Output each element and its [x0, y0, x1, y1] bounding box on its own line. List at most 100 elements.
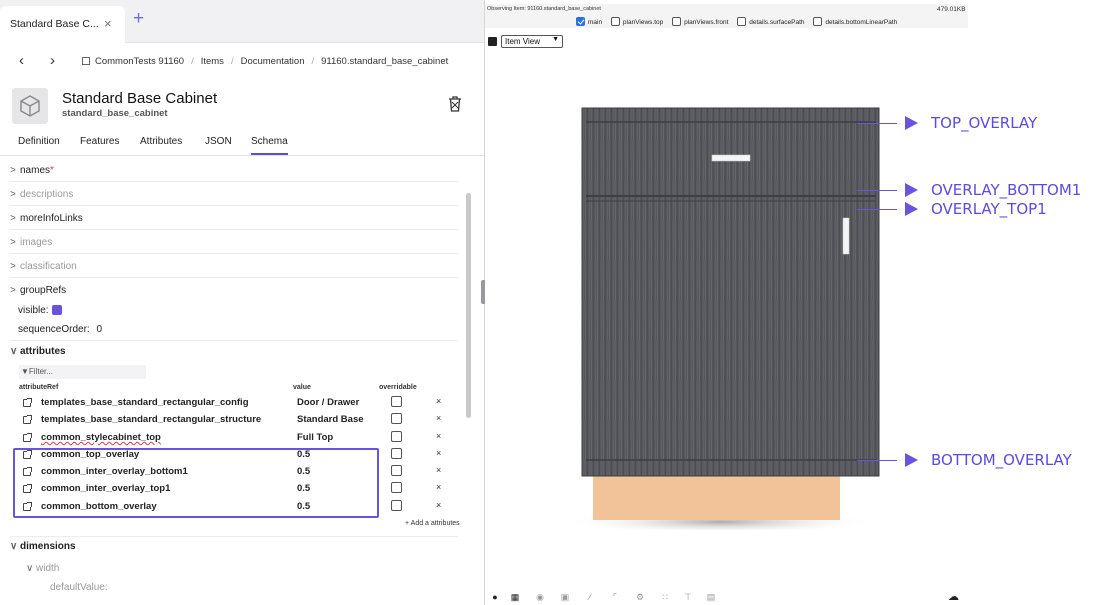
tree-label-grouprefs: groupRefs — [20, 285, 67, 296]
crop-icon[interactable]: ⌜ — [610, 592, 620, 602]
breadcrumb-separator: / — [191, 56, 194, 67]
divider — [10, 340, 458, 341]
checkbox[interactable] — [672, 17, 682, 26]
tree-node-images[interactable]: > images — [10, 237, 52, 248]
forward-button[interactable]: › — [50, 52, 55, 69]
overridable-checkbox[interactable] — [391, 500, 402, 511]
view-option-main[interactable]: main — [576, 17, 602, 26]
remove-attribute-icon[interactable]: × — [436, 500, 441, 510]
tree-node-descriptions[interactable]: > descriptions — [10, 189, 73, 200]
overridable-checkbox[interactable] — [391, 465, 402, 476]
remove-attribute-icon[interactable]: × — [436, 431, 441, 441]
new-tab-button[interactable]: + — [133, 8, 144, 30]
compass-icon[interactable]: ◉ — [535, 592, 545, 602]
view-option-bottom-linear-path[interactable]: details.bottomLinearPath — [813, 17, 897, 26]
cabinet-render[interactable] — [560, 100, 890, 530]
breadcrumb-documentation[interactable]: Documentation — [241, 56, 305, 67]
visible-checkbox[interactable] — [51, 305, 62, 315]
checkbox[interactable] — [737, 17, 747, 26]
dots-grid-icon[interactable]: ∷ — [660, 592, 670, 602]
tree-node-grouprefs[interactable]: > groupRefs — [10, 285, 66, 296]
chevron-down-icon: ∨ — [10, 541, 18, 552]
attribute-value[interactable]: Door / Drawer — [297, 397, 359, 408]
table-row: templates_base_standard_rectangular_stru… — [0, 413, 470, 430]
annotation-overlay-bottom1: OVERLAY_BOTTOM1 — [931, 181, 1082, 199]
breadcrumb: CommonTests 91160 / Items / Documentation / 91… — [82, 56, 448, 67]
view-option-label: planViews.top — [622, 19, 664, 26]
tree-node-moreinfolinks[interactable]: > moreInfoLinks — [10, 213, 83, 224]
settings-icon[interactable]: ⚙ — [635, 592, 645, 602]
page-title: Standard Base Cabinet — [62, 90, 218, 107]
cloud-download-icon[interactable]: ☁ — [948, 592, 959, 603]
close-tab-icon[interactable]: × — [104, 16, 112, 31]
checkbox[interactable] — [813, 17, 823, 26]
cube-icon[interactable]: ▣ — [560, 592, 570, 602]
tree-node-classification[interactable]: > classification — [10, 261, 77, 272]
tab-features[interactable]: Features — [80, 136, 119, 147]
door-handle — [842, 217, 850, 255]
breadcrumb-library[interactable]: CommonTests 91160 — [95, 56, 184, 67]
breadcrumb-separator: / — [230, 56, 234, 67]
table-row: templates_base_standard_rectangular_conf… — [0, 396, 470, 413]
view-option-surface-path[interactable]: details.surfacePath — [737, 17, 805, 26]
overridable-checkbox[interactable] — [391, 482, 402, 493]
sequence-order-value[interactable]: 0 — [97, 324, 103, 335]
remove-attribute-icon[interactable]: × — [436, 465, 441, 475]
remove-attribute-icon[interactable]: × — [436, 448, 441, 458]
palette-icon[interactable]: ● — [490, 592, 500, 602]
table-row: common_stylecabinet_top Full Top × — [0, 431, 470, 448]
view-option-planviews-top[interactable]: planViews.top — [610, 17, 664, 26]
tab-schema[interactable]: Schema — [251, 136, 288, 155]
browser-tab[interactable]: Standard Base C... × — [0, 6, 125, 43]
tab-attributes[interactable]: Attributes — [140, 136, 182, 147]
tree-node-names[interactable]: > names* — [10, 165, 54, 176]
tree-label-moreinfolinks: moreInfoLinks — [20, 213, 83, 224]
attribute-value[interactable]: Full Top — [297, 432, 333, 443]
tree-node-attributes[interactable]: ∨ attributes — [10, 346, 66, 357]
remove-attribute-icon[interactable]: × — [436, 396, 441, 406]
overridable-checkbox[interactable] — [391, 448, 402, 459]
view-mode-select[interactable]: Item View ▼ — [501, 35, 563, 48]
gallery-icon[interactable]: ▤ — [706, 592, 716, 602]
cabinet-body — [582, 108, 879, 476]
vertical-scrollbar[interactable] — [466, 193, 471, 418]
overridable-checkbox[interactable] — [391, 413, 402, 424]
chevron-right-icon: > — [10, 237, 16, 248]
open-link-icon[interactable] — [23, 415, 32, 424]
divider — [10, 277, 458, 278]
view-option-label: details.surfacePath — [749, 19, 805, 26]
overridable-checkbox[interactable] — [391, 431, 402, 442]
add-attribute-button[interactable]: + Add a attributes — [405, 520, 460, 527]
chevron-right-icon: > — [10, 261, 16, 272]
hierarchy-icon[interactable]: ⊤ — [683, 592, 693, 602]
tab-definition[interactable]: Definition — [18, 136, 60, 147]
open-link-icon[interactable] — [23, 398, 32, 407]
annotation-line — [857, 123, 897, 124]
tree-node-width[interactable]: ∨ width — [26, 563, 59, 574]
grid-icon[interactable]: ▦ — [510, 592, 520, 602]
tab-json[interactable]: JSON — [205, 136, 232, 147]
annotation-line — [857, 190, 897, 191]
arrow-right-icon — [905, 183, 918, 197]
sequence-order-label: sequenceOrder: — [18, 324, 90, 335]
back-button[interactable]: ‹ — [19, 52, 24, 69]
breadcrumb-items[interactable]: Items — [201, 56, 224, 67]
delete-item-button[interactable] — [448, 96, 462, 117]
view-option-planviews-front[interactable]: planViews.front — [672, 17, 728, 26]
checkbox-checked[interactable] — [576, 17, 585, 26]
remove-attribute-icon[interactable]: × — [436, 482, 441, 492]
brush-icon[interactable]: ∕ — [585, 592, 595, 602]
tree-node-dimensions[interactable]: ∨ dimensions — [10, 541, 76, 552]
overridable-checkbox[interactable] — [391, 396, 402, 407]
breadcrumb-current-item[interactable]: 91160.standard_base_cabinet — [321, 56, 448, 67]
tree-label-width: width — [36, 563, 60, 574]
attribute-value[interactable]: Standard Base — [297, 414, 364, 425]
checkbox[interactable] — [610, 17, 620, 26]
chevron-down-icon: ∨ — [26, 563, 34, 574]
open-link-icon[interactable] — [23, 433, 32, 442]
visible-field: visible: — [18, 305, 62, 316]
attribute-filter-input[interactable]: ▼Filter... — [19, 365, 146, 379]
chevron-down-icon: ▼ — [552, 36, 559, 43]
library-icon — [82, 57, 90, 65]
remove-attribute-icon[interactable]: × — [436, 413, 441, 423]
